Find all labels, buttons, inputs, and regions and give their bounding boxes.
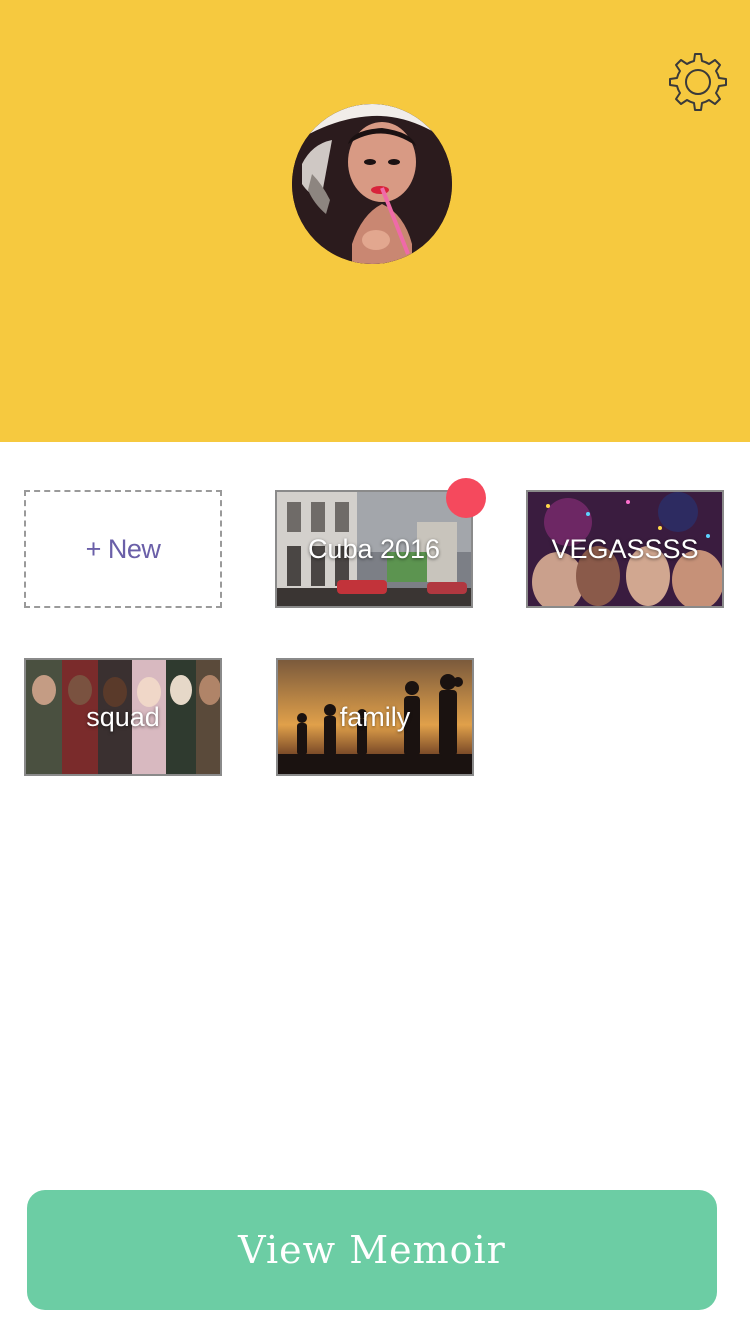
album-tile-cuba-2016[interactable]: Cuba 2016	[275, 490, 473, 608]
album-title: squad	[86, 701, 160, 732]
notification-badge	[446, 478, 486, 518]
settings-button[interactable]	[666, 50, 730, 114]
view-memoir-label: View Memoir	[238, 1228, 506, 1272]
profile-screen: + New Cuba 2016 VEGASSSS squad family Vi…	[0, 0, 750, 1334]
album-tile-family[interactable]: family	[276, 658, 474, 776]
album-title: family	[339, 701, 411, 732]
new-album-label: + New	[85, 533, 161, 564]
new-album-button[interactable]: + New	[24, 490, 222, 608]
avatar-photo	[292, 104, 452, 264]
profile-header	[0, 0, 750, 442]
album-tile-squad[interactable]: squad	[24, 658, 222, 776]
gear-icon	[669, 53, 727, 111]
album-title: VEGASSSS	[551, 533, 699, 564]
album-tile-vegassss[interactable]: VEGASSSS	[526, 490, 724, 608]
avatar[interactable]	[292, 104, 452, 264]
album-title: Cuba 2016	[307, 533, 441, 564]
view-memoir-button[interactable]: View Memoir	[27, 1190, 717, 1310]
